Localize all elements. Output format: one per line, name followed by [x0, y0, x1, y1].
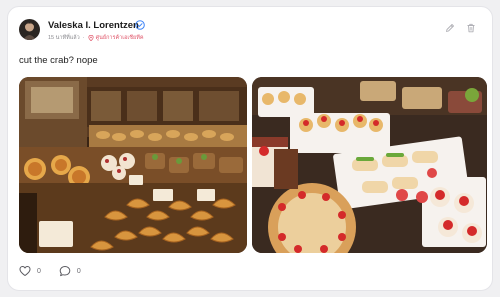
post-text: cut the crab? nope: [19, 55, 98, 66]
post-photo-pastry-case[interactable]: [252, 77, 487, 253]
verified-badge-icon: [135, 20, 145, 30]
pencil-icon[interactable]: [445, 23, 455, 33]
post-location[interactable]: ศูนย์การค้าเอเชียทีค: [88, 34, 144, 42]
trash-icon[interactable]: [466, 23, 476, 33]
comment-count: 0: [76, 267, 81, 275]
post-meta: 15 นาทีที่แล้ว · ศูนย์การค้าเอเชียทีค: [48, 34, 144, 42]
post-photo-bakery-display[interactable]: [19, 77, 247, 253]
post-actions: 0 0: [19, 265, 99, 277]
comment-bubble-icon: [59, 266, 71, 277]
author-name[interactable]: Valeska I. Lorentzen: [48, 20, 139, 31]
post-card: Valeska I. Lorentzen 15 นาทีที่แล้ว · ศู…: [7, 6, 493, 291]
comment-button[interactable]: 0: [59, 265, 81, 277]
like-count: 0: [37, 267, 41, 275]
location-label: ศูนย์การค้าเอเชียทีค: [95, 35, 144, 41]
map-pin-icon: [88, 35, 94, 41]
meta-separator: ·: [82, 35, 85, 41]
heart-icon: [19, 266, 31, 276]
avatar[interactable]: [19, 19, 40, 40]
post-time: 15 นาทีที่แล้ว: [48, 35, 80, 41]
like-button[interactable]: 0: [19, 265, 41, 277]
